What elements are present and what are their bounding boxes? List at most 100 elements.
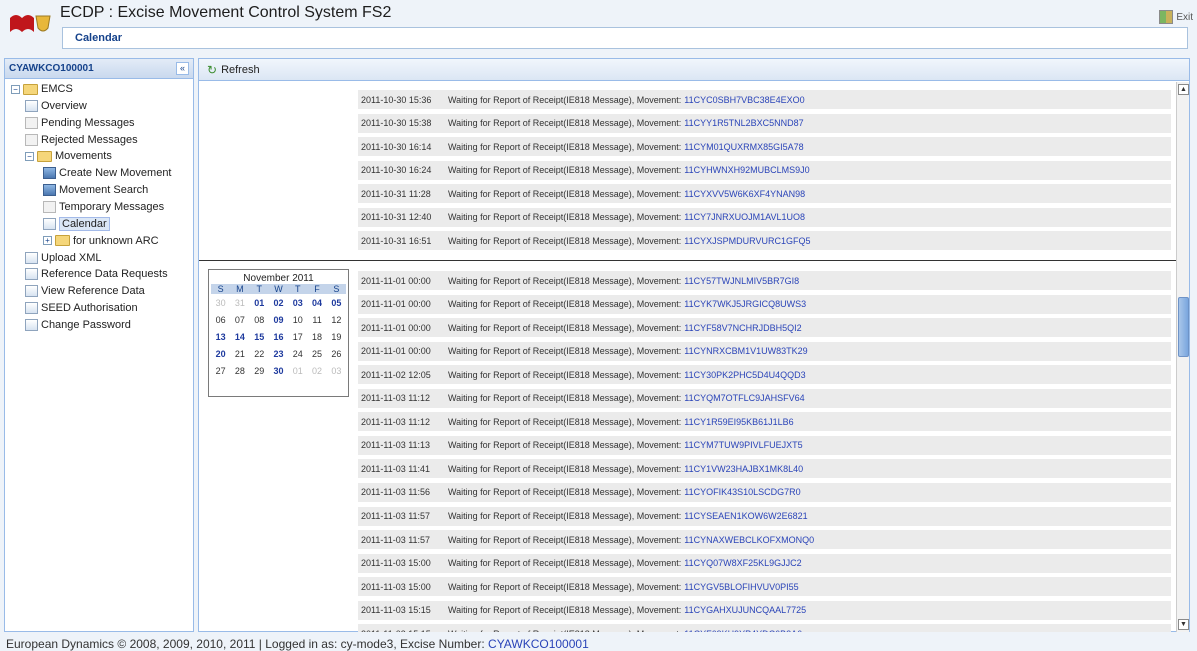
- event-datetime: 2011-11-03 11:56: [361, 487, 431, 498]
- tree-item-label: Rejected Messages: [41, 133, 138, 146]
- tree-item-movements[interactable]: − Movements: [25, 148, 112, 164]
- truck-icon: [43, 184, 56, 197]
- vertical-scrollbar[interactable]: ▲ ▼: [1176, 82, 1189, 632]
- movement-link[interactable]: 11CYNRXCBM1V1UW83TK29: [684, 346, 807, 356]
- calendar-day[interactable]: 15: [250, 332, 269, 345]
- movement-link[interactable]: 11CYGV5BLOFIHVUV0PI55: [684, 582, 798, 592]
- exit-button[interactable]: Exit: [1159, 10, 1193, 24]
- calendar-day[interactable]: 20: [211, 349, 230, 362]
- calendar-day: 17: [292, 332, 303, 342]
- collapse-sidebar-button[interactable]: «: [176, 62, 189, 75]
- footer-text: European Dynamics © 2008, 2009, 2010, 20…: [6, 637, 485, 651]
- refresh-button[interactable]: Refresh: [221, 64, 260, 76]
- event-row: 2011-11-03 15:15Waiting for Report of Re…: [358, 624, 1171, 632]
- tree-item-pending-messages[interactable]: Pending Messages: [25, 115, 135, 131]
- calendar-day[interactable]: 13: [211, 332, 230, 345]
- movement-link[interactable]: 11CYF58V7NCHRJDBH5QI2: [684, 323, 801, 333]
- movement-link[interactable]: 11CYSEAEN1KOW6W2E6821: [684, 511, 807, 521]
- movement-link[interactable]: 11CYGAHXUJUNCQAAL7725: [684, 605, 806, 615]
- movement-link[interactable]: 11CYK7WKJ5JRGICQ8UWS3: [684, 299, 806, 309]
- movement-link[interactable]: 11CYQM7OTFLC9JAHSFV64: [684, 393, 804, 403]
- movement-link[interactable]: 11CY7JNRXUOJM1AVL1UO8: [684, 212, 805, 222]
- calendar-day[interactable]: 09: [269, 315, 288, 328]
- mini-calendar: November 2011 SMTWTFS 30 31 01 02 03 04 05 06 07…: [208, 269, 349, 397]
- tree-item-overview[interactable]: Overview: [25, 98, 87, 114]
- sidebar-header: CYAWKCO100001 «: [5, 59, 193, 79]
- refresh-icon[interactable]: ↻: [207, 63, 217, 77]
- tree-item-temporary-messages[interactable]: Temporary Messages: [43, 199, 164, 215]
- calendar-day[interactable]: 14: [230, 332, 249, 345]
- tree-item-label: Movement Search: [59, 184, 149, 197]
- scroll-down-icon[interactable]: ▼: [1178, 619, 1189, 630]
- scroll-up-icon[interactable]: ▲: [1178, 84, 1189, 95]
- event-datetime: 2011-11-03 11:12: [361, 393, 431, 404]
- movement-link[interactable]: 11CYXJSPMDURVURC1GFQ5: [684, 236, 810, 246]
- tree-item-movement-search[interactable]: Movement Search: [43, 182, 148, 198]
- calendar-weeks: 30 31 01 02 03 04 05 06 07 08 09 10 11 12 13 14 15 16 17 18…: [209, 298, 348, 379]
- footer: European Dynamics © 2008, 2009, 2010, 20…: [6, 637, 589, 651]
- movement-link[interactable]: 11CYXVV5W6K6XF4YNAN98: [684, 189, 805, 199]
- expand-icon[interactable]: −: [25, 151, 34, 161]
- tree-item-reference-data-requests[interactable]: Reference Data Requests: [25, 266, 168, 282]
- event-message: Waiting for Report of Receipt(IE818 Mess…: [448, 558, 682, 569]
- movement-link[interactable]: 11CYY1R5TNL2BXC5NND87: [684, 118, 803, 128]
- calendar-day: 06: [215, 315, 226, 325]
- calendar-day: 08: [254, 315, 265, 325]
- tab-calendar[interactable]: Calendar: [75, 32, 122, 44]
- event-datetime: 2011-11-03 11:57: [361, 534, 431, 545]
- calendar-day[interactable]: 30: [269, 366, 288, 379]
- event-message: Waiting for Report of Receipt(IE818 Mess…: [448, 141, 682, 152]
- calendar-day[interactable]: 23: [269, 349, 288, 362]
- calendar-day[interactable]: 02: [269, 298, 288, 311]
- tree-item-change-password[interactable]: Change Password: [25, 317, 131, 333]
- movement-link[interactable]: 11CY1VW23HAJBX1MK8L40: [684, 464, 803, 474]
- event-message: Waiting for Report of Receipt(IE818 Mess…: [448, 94, 682, 105]
- event-row: 2011-10-31 12:40 Waiting for Report of Re…: [358, 207, 1171, 227]
- movement-link[interactable]: 11CYM7TUW9PIVLFUEJXT5: [684, 440, 802, 450]
- calendar-day[interactable]: 03: [288, 298, 307, 311]
- weekday-label: W: [274, 284, 283, 294]
- tree-item-for-unknown-arc[interactable]: + for unknown ARC: [43, 233, 159, 249]
- movement-link[interactable]: 11CYF69KH9YP4YDC6B2A6: [684, 629, 802, 632]
- event-datetime: 2011-11-03 11:57: [361, 511, 431, 521]
- calendar-day[interactable]: 04: [307, 298, 326, 311]
- movement-link[interactable]: 11CY57TWJNLMIV5BR7GI8: [684, 276, 799, 286]
- app-title: ECDP : Excise Movement Control System FS…: [60, 4, 392, 21]
- event-row: 2011-10-30 16:14 Waiting for Report of Re…: [358, 137, 1171, 157]
- movement-link[interactable]: 11CYOFIK43S10LSCDG7R0: [684, 487, 800, 497]
- weekday-label: T: [256, 284, 262, 294]
- calendar-day: 19: [331, 332, 342, 342]
- calendar-day[interactable]: 01: [250, 298, 269, 311]
- calendar-day[interactable]: 16: [269, 332, 288, 345]
- event-datetime: 2011-11-03 11:41: [361, 463, 431, 474]
- tree-item-seed-authorisation[interactable]: SEED Authorisation: [25, 300, 138, 316]
- movement-link[interactable]: 11CYHWNXH92MUBCLMS9J0: [684, 165, 809, 175]
- movement-link[interactable]: 11CYQ07W8XF25KL9GJJC2: [684, 558, 801, 568]
- event-datetime: 2011-11-02 12:05: [361, 369, 431, 380]
- tree-item-label: Overview: [41, 99, 87, 112]
- tree-item-label: EMCS: [41, 83, 73, 95]
- tree-item-upload-xml[interactable]: Upload XML: [25, 250, 102, 266]
- calendar-day[interactable]: 05: [327, 298, 346, 311]
- tree-item-create-new-movement[interactable]: Create New Movement: [43, 165, 172, 181]
- event-message: Waiting for Report of Receipt(IE818 Mess…: [448, 369, 682, 380]
- expand-icon[interactable]: +: [43, 236, 52, 246]
- tree-item-emcs[interactable]: − EMCS: [11, 81, 73, 97]
- weekday-label: S: [333, 284, 340, 294]
- tree-item-rejected-messages[interactable]: Rejected Messages: [25, 132, 138, 148]
- movement-link[interactable]: 11CYNAXWEBCLKOFXMONQ0: [684, 535, 814, 545]
- movement-link[interactable]: 11CYM01QUXRMX85GI5A78: [684, 142, 803, 152]
- expand-icon[interactable]: −: [11, 84, 20, 94]
- movement-link[interactable]: 11CYC0SBH7VBC38E4EXO0: [684, 95, 804, 105]
- tree-item-calendar[interactable]: Calendar: [43, 216, 110, 232]
- scroll-thumb[interactable]: [1178, 297, 1189, 357]
- weekday-label: T: [295, 284, 301, 294]
- movement-link[interactable]: 11CY1R59EI95KB61J1LB6: [684, 417, 793, 427]
- movement-link[interactable]: 11CY30PK2PHC5D4U4QQD3: [684, 370, 805, 380]
- calendar-scroll-area[interactable]: 2011-10-30 15:36 Waiting for Report of Re…: [199, 82, 1189, 632]
- calendar-day: 26: [331, 349, 342, 359]
- calendar-day: 31: [234, 298, 245, 308]
- truck-icon: [43, 167, 56, 180]
- tree-item-label: Calendar: [59, 216, 110, 231]
- tree-item-view-reference-data[interactable]: View Reference Data: [25, 283, 145, 299]
